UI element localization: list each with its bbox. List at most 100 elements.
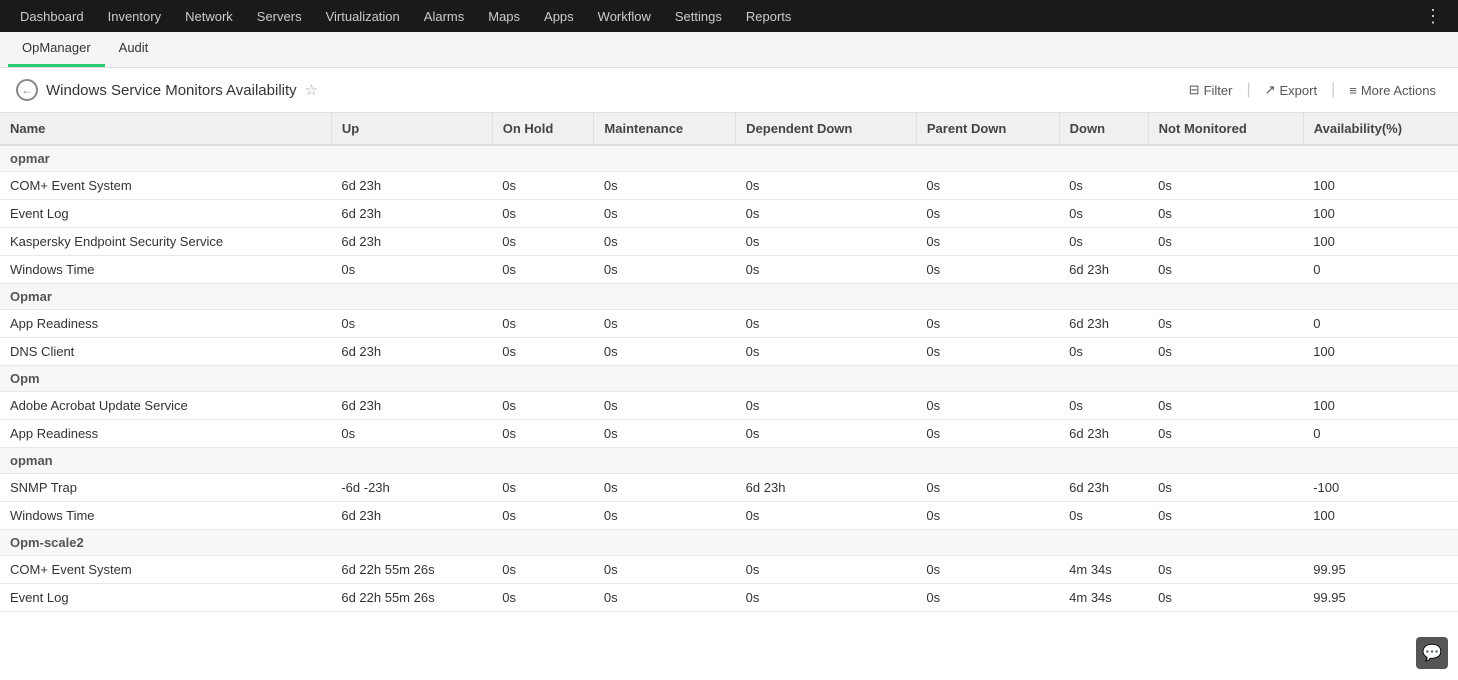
table-row[interactable]: Event Log6d 22h 55m 26s0s0s0s0s4m 34s0s9… (0, 584, 1458, 612)
cell-up: 6d 22h 55m 26s (331, 556, 492, 584)
cell-maintenance: 0s (594, 474, 736, 502)
filter-button[interactable]: ⊟ Filter (1183, 78, 1239, 102)
cell-not_monitored: 0s (1148, 556, 1303, 584)
nav-maps[interactable]: Maps (476, 0, 532, 32)
table-header-row: Name Up On Hold Maintenance Dependent Do… (0, 113, 1458, 145)
availability-table: Name Up On Hold Maintenance Dependent Do… (0, 113, 1458, 612)
nav-inventory[interactable]: Inventory (96, 0, 173, 32)
cell-not_monitored: 0s (1148, 392, 1303, 420)
subnav-opmanager[interactable]: OpManager (8, 31, 105, 67)
cell-dependent_down: 0s (736, 228, 917, 256)
cell-maintenance: 0s (594, 502, 736, 530)
cell-not_monitored: 0s (1148, 502, 1303, 530)
header-actions: ⊟ Filter | ↗ Export | ≡ More Actions (1183, 78, 1442, 102)
cell-down: 6d 23h (1059, 420, 1148, 448)
cell-maintenance: 0s (594, 256, 736, 284)
cell-dependent_down: 0s (736, 584, 917, 612)
cell-up: -6d -23h (331, 474, 492, 502)
filter-icon: ⊟ (1189, 82, 1200, 98)
cell-parent_down: 0s (916, 338, 1059, 366)
cell-name: Event Log (0, 584, 331, 612)
group-name: Opm (0, 366, 1458, 392)
page-title: Windows Service Monitors Availability (46, 82, 297, 99)
cell-down: 0s (1059, 502, 1148, 530)
nav-alarms[interactable]: Alarms (412, 0, 476, 32)
cell-availability: 0 (1303, 420, 1458, 448)
group-row: Opm (0, 366, 1458, 392)
table-row[interactable]: DNS Client6d 23h0s0s0s0s0s0s100 (0, 338, 1458, 366)
cell-not_monitored: 0s (1148, 584, 1303, 612)
top-nav: Dashboard Inventory Network Servers Virt… (0, 0, 1458, 32)
nav-network[interactable]: Network (173, 0, 245, 32)
col-not-monitored: Not Monitored (1148, 113, 1303, 145)
table-row[interactable]: Adobe Acrobat Update Service6d 23h 0s 0s 0s… (0, 392, 1458, 420)
cell-parent_down: 0s (916, 200, 1059, 228)
cell-maintenance: 0s (594, 228, 736, 256)
sub-nav: OpManager Audit (0, 32, 1458, 68)
cell-down: 6d 23h (1059, 474, 1148, 502)
nav-settings[interactable]: Settings (663, 0, 734, 32)
export-button[interactable]: ↗ Export (1259, 78, 1323, 102)
cell-up: 6d 23h (331, 228, 492, 256)
cell-maintenance: 0s (594, 310, 736, 338)
cell-availability: 100 (1303, 338, 1458, 366)
cell-parent_down: 0s (916, 502, 1059, 530)
more-menu-icon[interactable]: ⋮ (1416, 6, 1450, 27)
col-parent-down: Parent Down (916, 113, 1059, 145)
table-row[interactable]: Kaspersky Endpoint Security Service6d 23… (0, 228, 1458, 256)
favorite-star-icon[interactable]: ☆ (305, 81, 318, 99)
col-down: Down (1059, 113, 1148, 145)
subnav-audit[interactable]: Audit (105, 31, 163, 67)
cell-down: 4m 34s (1059, 584, 1148, 612)
cell-name: Adobe Acrobat Update Service (0, 392, 331, 420)
group-name: opman (0, 448, 1458, 474)
nav-reports[interactable]: Reports (734, 0, 804, 32)
table-row[interactable]: Event Log6d 23h0s0s0s0s0s0s100 (0, 200, 1458, 228)
cell-name: COM+ Event System (0, 172, 331, 200)
table-row[interactable]: App Readiness0s0s0s0s0s6d 23h0s0 (0, 310, 1458, 338)
cell-availability: 100 (1303, 502, 1458, 530)
more-actions-icon: ≡ (1349, 83, 1357, 98)
table-container: Name Up On Hold Maintenance Dependent Do… (0, 113, 1458, 680)
nav-dashboard[interactable]: Dashboard (8, 0, 96, 32)
table-row[interactable]: COM+ Event System6d 23h0s0s0s0s0s0s100 (0, 172, 1458, 200)
cell-on_hold: 0s (492, 584, 594, 612)
cell-name: SNMP Trap (0, 474, 331, 502)
more-actions-label: More Actions (1361, 83, 1436, 98)
nav-workflow[interactable]: Workflow (586, 0, 663, 32)
nav-servers[interactable]: Servers (245, 0, 314, 32)
col-on-hold: On Hold (492, 113, 594, 145)
cell-name: DNS Client (0, 338, 331, 366)
table-row[interactable]: App Readiness0s0s0s0s0s6d 23h0s0 (0, 420, 1458, 448)
cell-availability: -100 (1303, 474, 1458, 502)
cell-dependent_down: 0s (736, 556, 917, 584)
cell-not_monitored: 0s (1148, 228, 1303, 256)
back-button[interactable]: ← (16, 79, 38, 101)
col-dependent-down: Dependent Down (736, 113, 917, 145)
cell-maintenance: 0s (594, 392, 736, 420)
table-row[interactable]: COM+ Event System6d 22h 55m 26s0s0s0s0s4… (0, 556, 1458, 584)
col-availability: Availability(%) (1303, 113, 1458, 145)
cell-name: Event Log (0, 200, 331, 228)
cell-dependent_down: 0s (736, 172, 917, 200)
cell-availability: 100 (1303, 228, 1458, 256)
cell-up: 6d 23h (331, 392, 492, 420)
table-row[interactable]: SNMP Trap-6d -23h0s0s6d 23h0s6d 23h0s-10… (0, 474, 1458, 502)
cell-parent_down: 0s (916, 172, 1059, 200)
cell-parent_down: 0s (916, 474, 1059, 502)
cell-parent_down: 0s (916, 392, 1059, 420)
cell-up: 0s (331, 256, 492, 284)
cell-maintenance: 0s (594, 338, 736, 366)
cell-availability: 0 (1303, 310, 1458, 338)
table-row[interactable]: Windows Time6d 23h0s0s0s0s0s0s100 (0, 502, 1458, 530)
table-row[interactable]: Windows Time0s0s0s0s0s6d 23h0s0 (0, 256, 1458, 284)
separator-1: | (1246, 81, 1250, 99)
group-row: Opmar (0, 284, 1458, 310)
cell-up: 6d 22h 55m 26s (331, 584, 492, 612)
cell-up: 0s (331, 420, 492, 448)
nav-virtualization[interactable]: Virtualization (314, 0, 412, 32)
nav-apps[interactable]: Apps (532, 0, 586, 32)
chat-icon[interactable]: 💬 (1416, 637, 1448, 669)
more-actions-button[interactable]: ≡ More Actions (1343, 79, 1442, 102)
cell-up: 6d 23h (331, 338, 492, 366)
